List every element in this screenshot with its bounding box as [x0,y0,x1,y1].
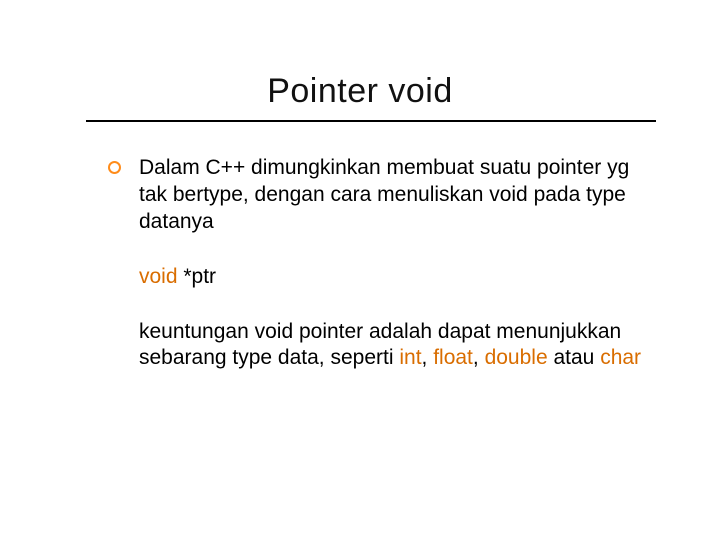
keyword-char: char [600,346,641,369]
slide-body: Dalam C++ dimungkinkan membuat suatu poi… [108,155,648,372]
keyword-void: void [139,265,178,288]
keyword-float: float [433,346,473,369]
keyword-double: double [485,346,548,369]
p3-sep2: , [473,346,485,369]
slide-title: Pointer void [0,72,720,111]
slide: Pointer void Dalam C++ dimungkinkan memb… [0,0,720,540]
paragraph-1: Dalam C++ dimungkinkan membuat suatu poi… [139,155,648,236]
keyword-int: int [399,346,421,369]
code-rest: *ptr [178,265,217,288]
title-underline [86,120,656,122]
p3-mid: atau [548,346,601,369]
bullet-item: Dalam C++ dimungkinkan membuat suatu poi… [108,155,648,236]
paragraph-3: keuntungan void pointer adalah dapat men… [139,319,648,373]
p3-sep1: , [422,346,434,369]
spacer [108,236,648,264]
code-line: void *ptr [139,264,648,291]
circle-bullet-icon [108,161,121,174]
spacer [108,291,648,319]
